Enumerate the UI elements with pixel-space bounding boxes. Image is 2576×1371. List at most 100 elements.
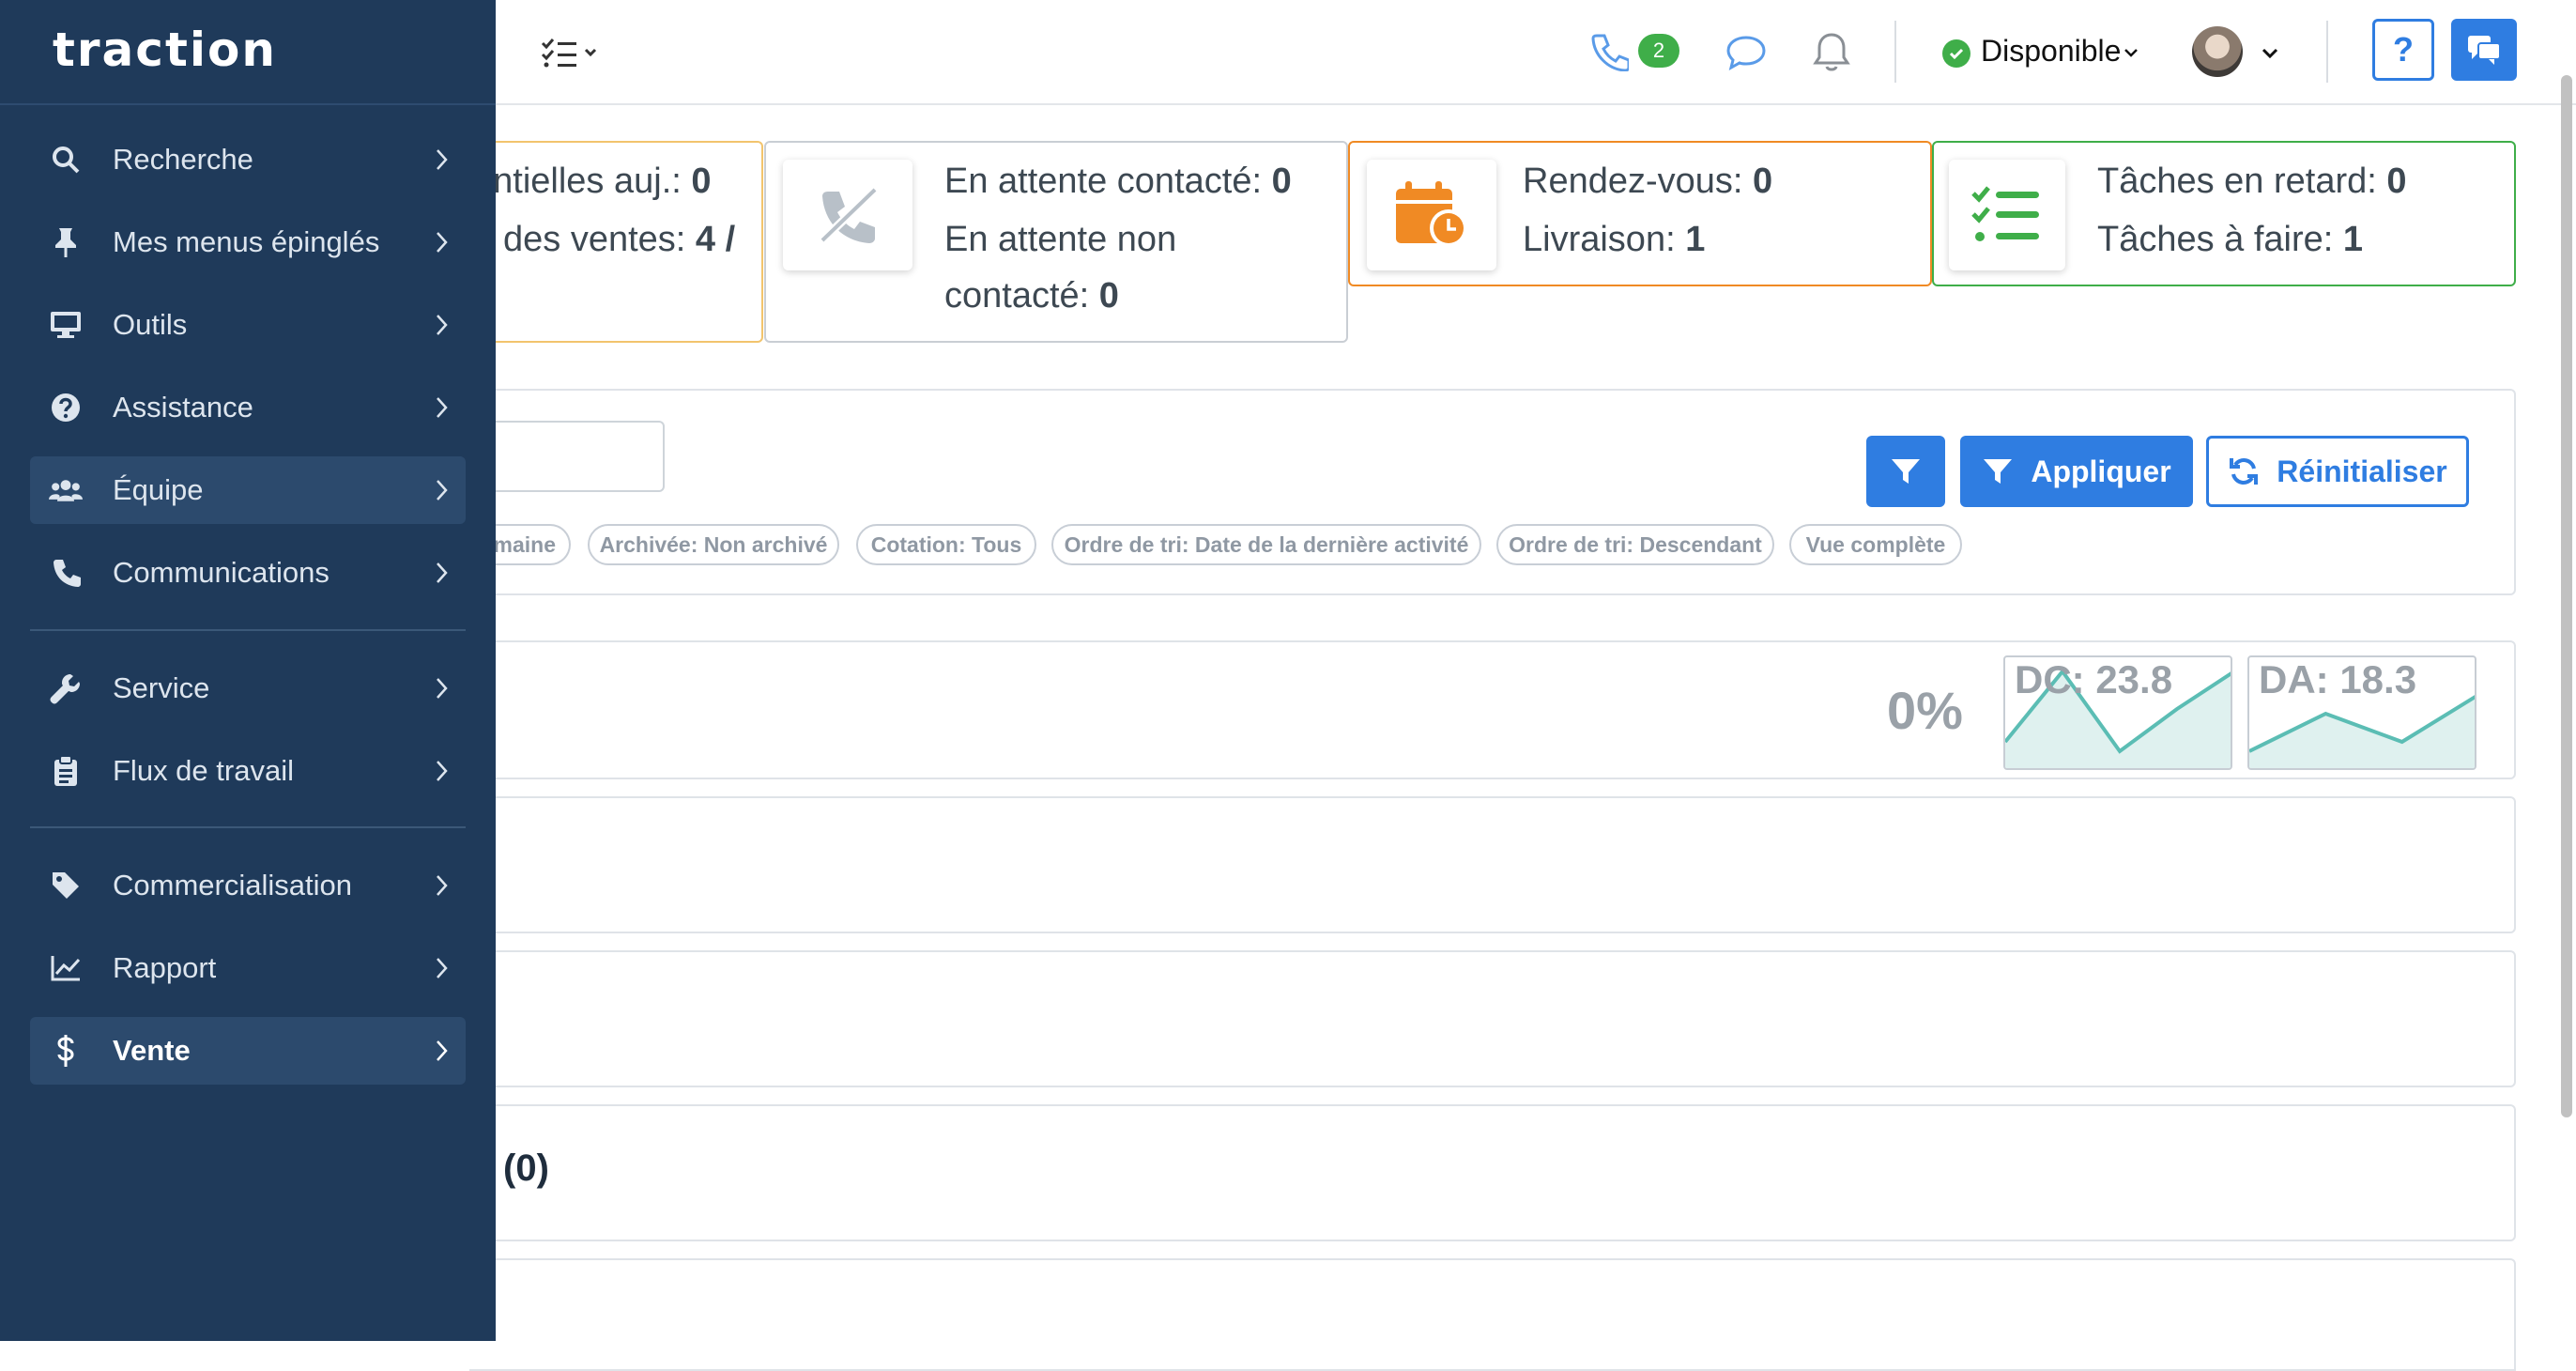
- header-separator: [1894, 21, 1896, 83]
- sidebar-item-label: Recherche: [113, 143, 253, 176]
- calendar-clock-icon: [1367, 160, 1496, 270]
- card-text: En attente contacté:: [944, 162, 1272, 201]
- appointments-card[interactable]: Rendez-vous: 0 Livraison: 1: [1348, 141, 1932, 286]
- tasks-card[interactable]: Tâches en retard: 0 Tâches à faire: 1: [1932, 141, 2516, 286]
- comments-icon: [2468, 36, 2501, 65]
- sidebar-divider: [30, 629, 466, 631]
- sidebar-divider: [0, 103, 496, 105]
- notifications-button[interactable]: [1810, 28, 1853, 75]
- filter-toggle-button[interactable]: [1866, 436, 1945, 507]
- chat-button[interactable]: [1724, 32, 1769, 73]
- card-text: contacté:: [944, 276, 1099, 316]
- task-list-icon: [1949, 160, 2065, 270]
- sidebar-item-label: Communications: [113, 556, 330, 589]
- chevron-right-icon: [437, 480, 448, 501]
- sidebar-item-equipe[interactable]: Équipe: [30, 456, 466, 524]
- chevron-right-icon: [437, 1040, 448, 1061]
- sidebar-item-pinned[interactable]: Mes menus épinglés: [30, 208, 466, 276]
- phone-count-badge: 2: [1638, 34, 1679, 68]
- apply-button[interactable]: Appliquer: [1960, 436, 2193, 507]
- scrollbar[interactable]: [2561, 75, 2572, 1117]
- sidebar-item-label: Outils: [113, 308, 188, 341]
- sparkline-label: DA: 18.3: [2259, 657, 2417, 701]
- card-value: 0: [1098, 276, 1119, 316]
- chevron-right-icon: [437, 562, 448, 583]
- sidebar-item-label: Commercialisation: [113, 869, 352, 901]
- sidebar-item-recherche[interactable]: Recherche: [30, 126, 466, 193]
- filter-chip[interactable]: Vue complète: [1789, 524, 1962, 565]
- sidebar-item-service[interactable]: Service: [30, 655, 466, 722]
- phone-button[interactable]: [1587, 28, 1632, 75]
- phone-icon: [1591, 34, 1629, 71]
- refresh-icon: [2230, 458, 2259, 485]
- sidebar: traction Recherche Mes menus épinglés Ou…: [0, 0, 496, 1341]
- section-panel[interactable]: [469, 950, 2516, 1087]
- header-separator: [2326, 21, 2328, 83]
- pin-icon: [49, 225, 83, 259]
- sidebar-item-assistance[interactable]: Assistance: [30, 374, 466, 441]
- card-text: Tâches à faire:: [2097, 220, 2343, 259]
- filter-icon: [1984, 459, 2013, 484]
- sparkline-label: DC: 23.8: [2015, 657, 2173, 701]
- sidebar-item-label: Vente: [113, 1034, 191, 1067]
- chart-line-icon: [49, 951, 83, 985]
- chevron-down-icon: [2124, 49, 2138, 57]
- card-value: 0: [1753, 162, 1773, 201]
- app-logo[interactable]: traction: [53, 23, 277, 77]
- reset-button[interactable]: Réinitialiser: [2206, 436, 2469, 507]
- card-text: Rendez-vous:: [1523, 162, 1754, 201]
- pending-contact-card[interactable]: En attente contacté: 0 En attente non co…: [764, 141, 1348, 343]
- card-value: 0: [691, 162, 712, 201]
- speech-bubble-icon: [1726, 36, 1766, 70]
- question-circle-icon: [49, 391, 83, 424]
- card-value: 4 /: [695, 220, 736, 259]
- sales-summary-card[interactable]: entielles auj.: 0 des ventes: 4 /: [469, 141, 763, 343]
- card-text: Tâches en retard:: [2097, 162, 2387, 201]
- status-dropdown[interactable]: Disponible: [1934, 24, 2150, 81]
- help-button[interactable]: ?: [2372, 19, 2434, 81]
- sidebar-item-label: Rapport: [113, 951, 217, 984]
- avatar: [2192, 26, 2243, 77]
- status-label: Disponible: [1981, 34, 2122, 68]
- dollar-icon: [49, 1034, 83, 1068]
- sidebar-item-vente[interactable]: Vente: [30, 1017, 466, 1085]
- card-text: des ventes:: [503, 220, 696, 259]
- sidebar-item-marketing[interactable]: Commercialisation: [30, 852, 466, 919]
- clipboard-icon: [49, 754, 83, 788]
- card-value: 0: [2386, 162, 2407, 201]
- section-panel[interactable]: [469, 796, 2516, 933]
- sidebar-item-label: Assistance: [113, 391, 253, 424]
- search-input[interactable]: [469, 421, 665, 492]
- user-menu[interactable]: [2187, 23, 2281, 83]
- checklist-icon: [541, 39, 597, 68]
- sparkline-da: DA: 18.3: [2247, 655, 2476, 770]
- filter-chip[interactable]: Archivée: Non archivé: [588, 524, 839, 565]
- sidebar-item-outils[interactable]: Outils: [30, 291, 466, 359]
- filter-chip[interactable]: Cotation: Tous: [856, 524, 1036, 565]
- sidebar-item-label: Équipe: [113, 473, 204, 506]
- users-icon: [49, 473, 83, 507]
- sidebar-item-workflow[interactable]: Flux de travail: [30, 737, 466, 805]
- chevron-right-icon: [437, 875, 448, 896]
- section-panel[interactable]: [469, 1104, 2516, 1241]
- card-value: 0: [1271, 162, 1292, 201]
- task-list-menu[interactable]: [537, 34, 605, 71]
- conversion-percent: 0%: [1887, 681, 1963, 740]
- chevron-right-icon: [437, 678, 448, 699]
- sidebar-item-rapport[interactable]: Rapport: [30, 934, 466, 1002]
- sidebar-item-communications[interactable]: Communications: [30, 539, 466, 607]
- messages-button[interactable]: [2451, 19, 2517, 81]
- wrench-icon: [49, 671, 83, 705]
- filter-chip[interactable]: Ordre de tri: Descendant: [1496, 524, 1774, 565]
- bell-icon: [1813, 33, 1850, 71]
- filter-chip[interactable]: Ordre de tri: Date de la dernière activi…: [1051, 524, 1481, 565]
- chevron-right-icon: [437, 761, 448, 781]
- reset-label: Réinitialiser: [2277, 454, 2447, 488]
- monitor-icon: [49, 308, 83, 342]
- sidebar-item-label: Flux de travail: [113, 754, 294, 787]
- apply-label: Appliquer: [2031, 454, 2171, 488]
- sidebar-divider: [30, 826, 466, 828]
- card-value: 1: [1685, 220, 1706, 259]
- chevron-down-icon: [2262, 48, 2278, 59]
- section-panel[interactable]: [469, 1258, 2516, 1371]
